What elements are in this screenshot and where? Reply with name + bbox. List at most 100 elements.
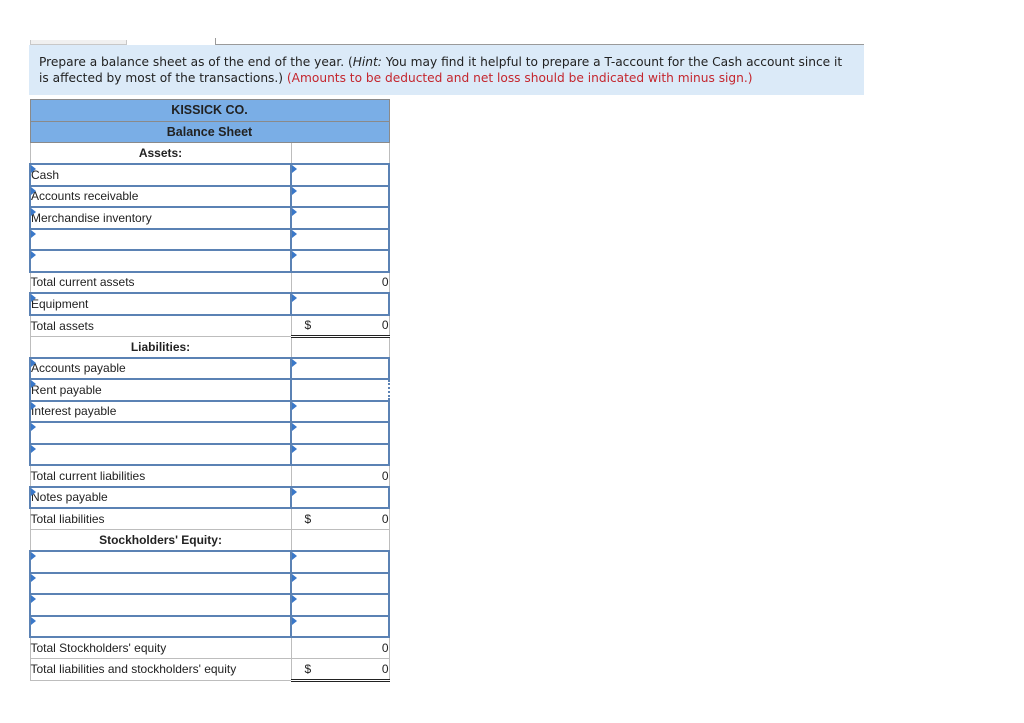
notes-payable-amount-input[interactable] xyxy=(290,485,390,509)
assets-header-blank xyxy=(290,142,390,165)
liability-amount-input[interactable] xyxy=(290,356,390,380)
asset-amount-input[interactable] xyxy=(290,206,390,230)
asset-amount-input[interactable] xyxy=(290,184,390,208)
dropdown-flag-icon xyxy=(31,423,36,431)
liability-label-input[interactable] xyxy=(29,442,292,466)
asset-row xyxy=(29,227,390,251)
equity-amount-input[interactable] xyxy=(290,550,390,574)
total-assets-label: Total assets xyxy=(29,314,292,337)
dropdown-flag-icon xyxy=(292,401,297,410)
asset-amount-input[interactable] xyxy=(290,163,390,187)
notes-payable-row: Notes payable xyxy=(29,485,390,509)
equity-label-input[interactable] xyxy=(29,571,292,595)
dropdown-flag-icon xyxy=(31,208,36,216)
hint-label: Hint: xyxy=(352,55,382,69)
asset-row: Merchandise inventory xyxy=(29,206,390,230)
asset-label-input[interactable]: Merchandise inventory xyxy=(29,206,292,230)
equipment-row: Equipment xyxy=(29,292,390,316)
liabilities-header-blank xyxy=(290,335,390,358)
equity-row xyxy=(29,550,390,574)
instructions-note: (Amounts to be deducted and net loss sho… xyxy=(286,70,753,85)
total-current-assets-row: Total current assets 0 xyxy=(29,271,390,294)
liability-label-input[interactable]: Interest payable xyxy=(29,399,292,423)
liability-amount-input[interactable] xyxy=(290,421,390,445)
dropdown-flag-icon xyxy=(292,423,297,431)
liability-row xyxy=(29,442,390,466)
dropdown-flag-icon xyxy=(31,358,36,367)
dropdown-flag-icon xyxy=(292,165,297,173)
liability-row: Accounts payable xyxy=(29,356,390,380)
asset-label-input[interactable]: Accounts receivable xyxy=(29,184,292,208)
statement-title: Balance Sheet xyxy=(29,120,390,143)
currency-symbol: $ xyxy=(304,512,312,526)
dropdown-flag-icon xyxy=(31,251,36,259)
liability-amount-input[interactable] xyxy=(290,399,390,423)
balance-sheet-table: KISSICK CO. Balance Sheet Assets: Cash A… xyxy=(29,99,390,682)
tab-bar xyxy=(0,0,1024,45)
currency-symbol: $ xyxy=(304,661,312,676)
equity-row xyxy=(29,614,390,638)
liability-amount-input[interactable] xyxy=(290,442,390,466)
dropdown-flag-icon xyxy=(292,294,297,302)
dropdown-flag-icon xyxy=(31,229,36,238)
instructions-box: Prepare a balance sheet as of the end of… xyxy=(29,45,864,95)
total-liabilities-equity-value: $0 xyxy=(290,658,390,682)
total-equity-value: 0 xyxy=(290,636,390,659)
equity-amount-input[interactable] xyxy=(290,614,390,638)
dropdown-flag-icon xyxy=(31,616,36,625)
asset-amount-input[interactable] xyxy=(290,227,390,251)
notes-payable-label-input[interactable]: Notes payable xyxy=(29,485,292,509)
dropdown-flag-icon xyxy=(292,186,297,195)
dropdown-flag-icon xyxy=(31,444,36,453)
asset-label-input[interactable]: Cash xyxy=(29,163,292,187)
dropdown-flag-icon xyxy=(31,380,36,388)
total-current-assets-value: 0 xyxy=(290,271,390,294)
dropdown-flag-icon xyxy=(31,595,36,603)
currency-symbol: $ xyxy=(304,318,312,332)
total-assets-value: $0 xyxy=(290,314,390,338)
total-current-liabilities-label: Total current liabilities xyxy=(29,464,292,487)
equity-header: Stockholders' Equity: xyxy=(29,529,292,552)
equity-header-blank xyxy=(290,529,390,552)
equity-label-input[interactable] xyxy=(29,593,292,617)
equity-label-input[interactable] xyxy=(29,614,292,638)
liability-amount-input-focused[interactable] xyxy=(290,378,390,402)
dropdown-flag-icon xyxy=(31,165,36,173)
total-current-liabilities-row: Total current liabilities 0 xyxy=(29,464,390,487)
dropdown-flag-icon xyxy=(292,358,297,367)
equity-label-input[interactable] xyxy=(29,550,292,574)
asset-label-input[interactable] xyxy=(29,227,292,251)
asset-amount-input[interactable] xyxy=(290,249,390,273)
liability-label-input[interactable]: Rent payable xyxy=(29,378,292,402)
equipment-label-input[interactable]: Equipment xyxy=(29,292,292,316)
dropdown-flag-icon xyxy=(292,552,297,560)
asset-row xyxy=(29,249,390,273)
dropdown-flag-icon xyxy=(31,487,36,496)
total-liabilities-equity-row: Total liabilities and stockholders' equi… xyxy=(29,658,390,682)
equity-amount-input[interactable] xyxy=(290,593,390,617)
dropdown-flag-icon xyxy=(31,401,36,410)
dropdown-flag-icon xyxy=(292,444,297,453)
asset-row: Cash xyxy=(29,163,390,187)
dropdown-flag-icon xyxy=(292,595,297,603)
dropdown-flag-icon xyxy=(31,573,36,582)
dropdown-flag-icon xyxy=(292,208,297,216)
liability-label-input[interactable]: Accounts payable xyxy=(29,356,292,380)
liability-label-input[interactable] xyxy=(29,421,292,445)
total-current-assets-label: Total current assets xyxy=(29,271,292,294)
total-equity-label: Total Stockholders' equity xyxy=(29,636,292,659)
total-liabilities-value: $0 xyxy=(290,507,390,530)
dropdown-flag-icon xyxy=(31,294,36,302)
asset-label-input[interactable] xyxy=(29,249,292,273)
dropdown-flag-icon xyxy=(31,186,36,195)
instructions-text: Prepare a balance sheet as of the end of… xyxy=(39,55,353,69)
liability-row: Rent payable xyxy=(29,378,390,402)
dropdown-flag-icon xyxy=(292,229,297,238)
total-liabilities-equity-label: Total liabilities and stockholders' equi… xyxy=(29,658,292,681)
liabilities-header: Liabilities: xyxy=(29,335,292,358)
equity-amount-input[interactable] xyxy=(290,571,390,595)
dropdown-flag-icon xyxy=(292,251,297,259)
equity-row xyxy=(29,571,390,595)
equipment-amount-input[interactable] xyxy=(290,292,390,316)
dropdown-flag-icon xyxy=(292,616,297,625)
